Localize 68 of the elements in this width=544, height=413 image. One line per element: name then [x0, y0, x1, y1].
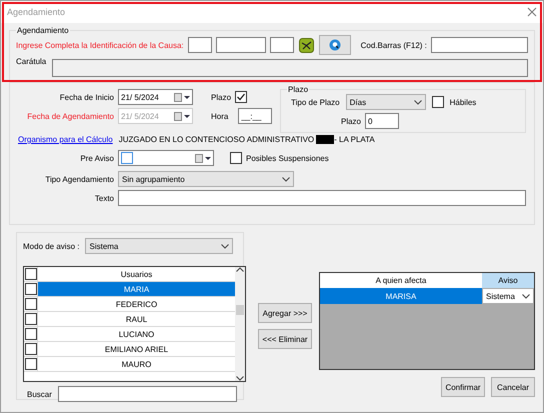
texto-input[interactable]	[118, 190, 526, 206]
scrollbar-thumb[interactable]	[236, 305, 244, 315]
group-legend: Plazo	[287, 85, 310, 94]
close-icon[interactable]	[527, 7, 537, 17]
buscar-input[interactable]	[58, 386, 237, 402]
dropdown[interactable]: Sin agrupamiento	[118, 171, 294, 187]
eliminar-button[interactable]: <<< Eliminar	[258, 329, 312, 349]
scroll-up-icon	[236, 267, 244, 272]
row-checkbox[interactable]	[24, 328, 36, 340]
field-label: Plazo	[211, 92, 232, 102]
select-all-checkbox[interactable]	[24, 268, 36, 280]
chevron-down-icon	[282, 176, 290, 182]
dropdown[interactable]: Sistema	[85, 238, 234, 254]
field-label: Texto	[94, 194, 114, 202]
field-label: Carátula	[16, 57, 46, 66]
field-label: Plazo	[340, 116, 361, 126]
date-picker[interactable]: 21/ 5/2024	[118, 89, 193, 105]
suspensiones-checkbox[interactable]	[230, 152, 242, 164]
column-header[interactable]: A quien afecta	[320, 273, 482, 288]
date-picker[interactable]	[118, 150, 214, 166]
input-field[interactable]	[270, 37, 294, 53]
field-label: Buscar	[27, 390, 52, 398]
confirmar-button[interactable]: Confirmar	[441, 377, 485, 397]
field-label: Ingrese Completa la Identificación de la Causa:	[16, 40, 184, 50]
organismo-value: JUZGADO EN LO CONTENCIOSO ADMINISTRATIVO	[118, 135, 314, 144]
chevron-down-icon	[414, 100, 422, 104]
field-label: Fecha de Agendamiento	[26, 112, 114, 120]
field-label: Tipo de Plazo	[291, 98, 340, 106]
aviso-dropdown[interactable]: Sistema	[482, 288, 534, 304]
dropdown[interactable]: Días	[346, 94, 426, 110]
plazo-checkbox[interactable]	[235, 91, 248, 103]
input-field[interactable]	[216, 37, 266, 53]
scroll-down-icon	[236, 376, 244, 381]
field-label: Fecha de Inicio	[58, 92, 114, 102]
redaction-block	[316, 135, 334, 144]
row-checkbox[interactable]	[24, 298, 36, 310]
organismo-value: - LA PLATA	[334, 135, 375, 144]
field-label: Cod.Barras (F12) :	[360, 40, 427, 50]
row-checkbox[interactable]	[24, 283, 36, 295]
search-icon	[328, 39, 341, 51]
plazo-input[interactable]: 0	[365, 113, 399, 129]
barcode-input[interactable]	[430, 37, 528, 53]
field-label: Tipo Agendamiento	[44, 174, 114, 184]
caratula-field[interactable]	[52, 59, 528, 77]
agregar-button[interactable]: Agregar >>>	[258, 303, 312, 323]
calendar-dropdown-icon[interactable]	[195, 154, 211, 162]
field-label: Hora	[211, 112, 228, 120]
row-checkbox[interactable]	[24, 313, 36, 325]
cancelar-button[interactable]: Cancelar	[491, 377, 535, 397]
row-checkbox[interactable]	[24, 358, 36, 370]
user-cell[interactable]: MARISA	[320, 288, 482, 304]
chevron-down-icon	[221, 244, 230, 248]
pre-aviso-checkbox[interactable]	[121, 152, 133, 164]
field-label: Modo de aviso :	[23, 242, 80, 250]
time-input[interactable]: __:__	[238, 108, 272, 124]
row-checkbox[interactable]	[24, 343, 36, 355]
window-title: Agendamiento	[7, 7, 66, 17]
field-label: Hábiles	[450, 98, 476, 106]
group-legend: Agendamiento	[16, 26, 70, 35]
input-field[interactable]	[188, 37, 212, 53]
chevron-down-icon	[522, 294, 530, 298]
user-cell[interactable]: MARIA	[38, 282, 235, 296]
habiles-checkbox[interactable]	[432, 96, 444, 108]
field-label: Posibles Suspensiones	[246, 154, 329, 162]
organismo-link[interactable]: Organismo para el Cálculo	[18, 135, 113, 144]
field-label: Pre Aviso	[79, 154, 114, 162]
column-header[interactable]: Aviso	[482, 273, 534, 288]
calendar-dropdown-icon[interactable]	[174, 92, 190, 102]
